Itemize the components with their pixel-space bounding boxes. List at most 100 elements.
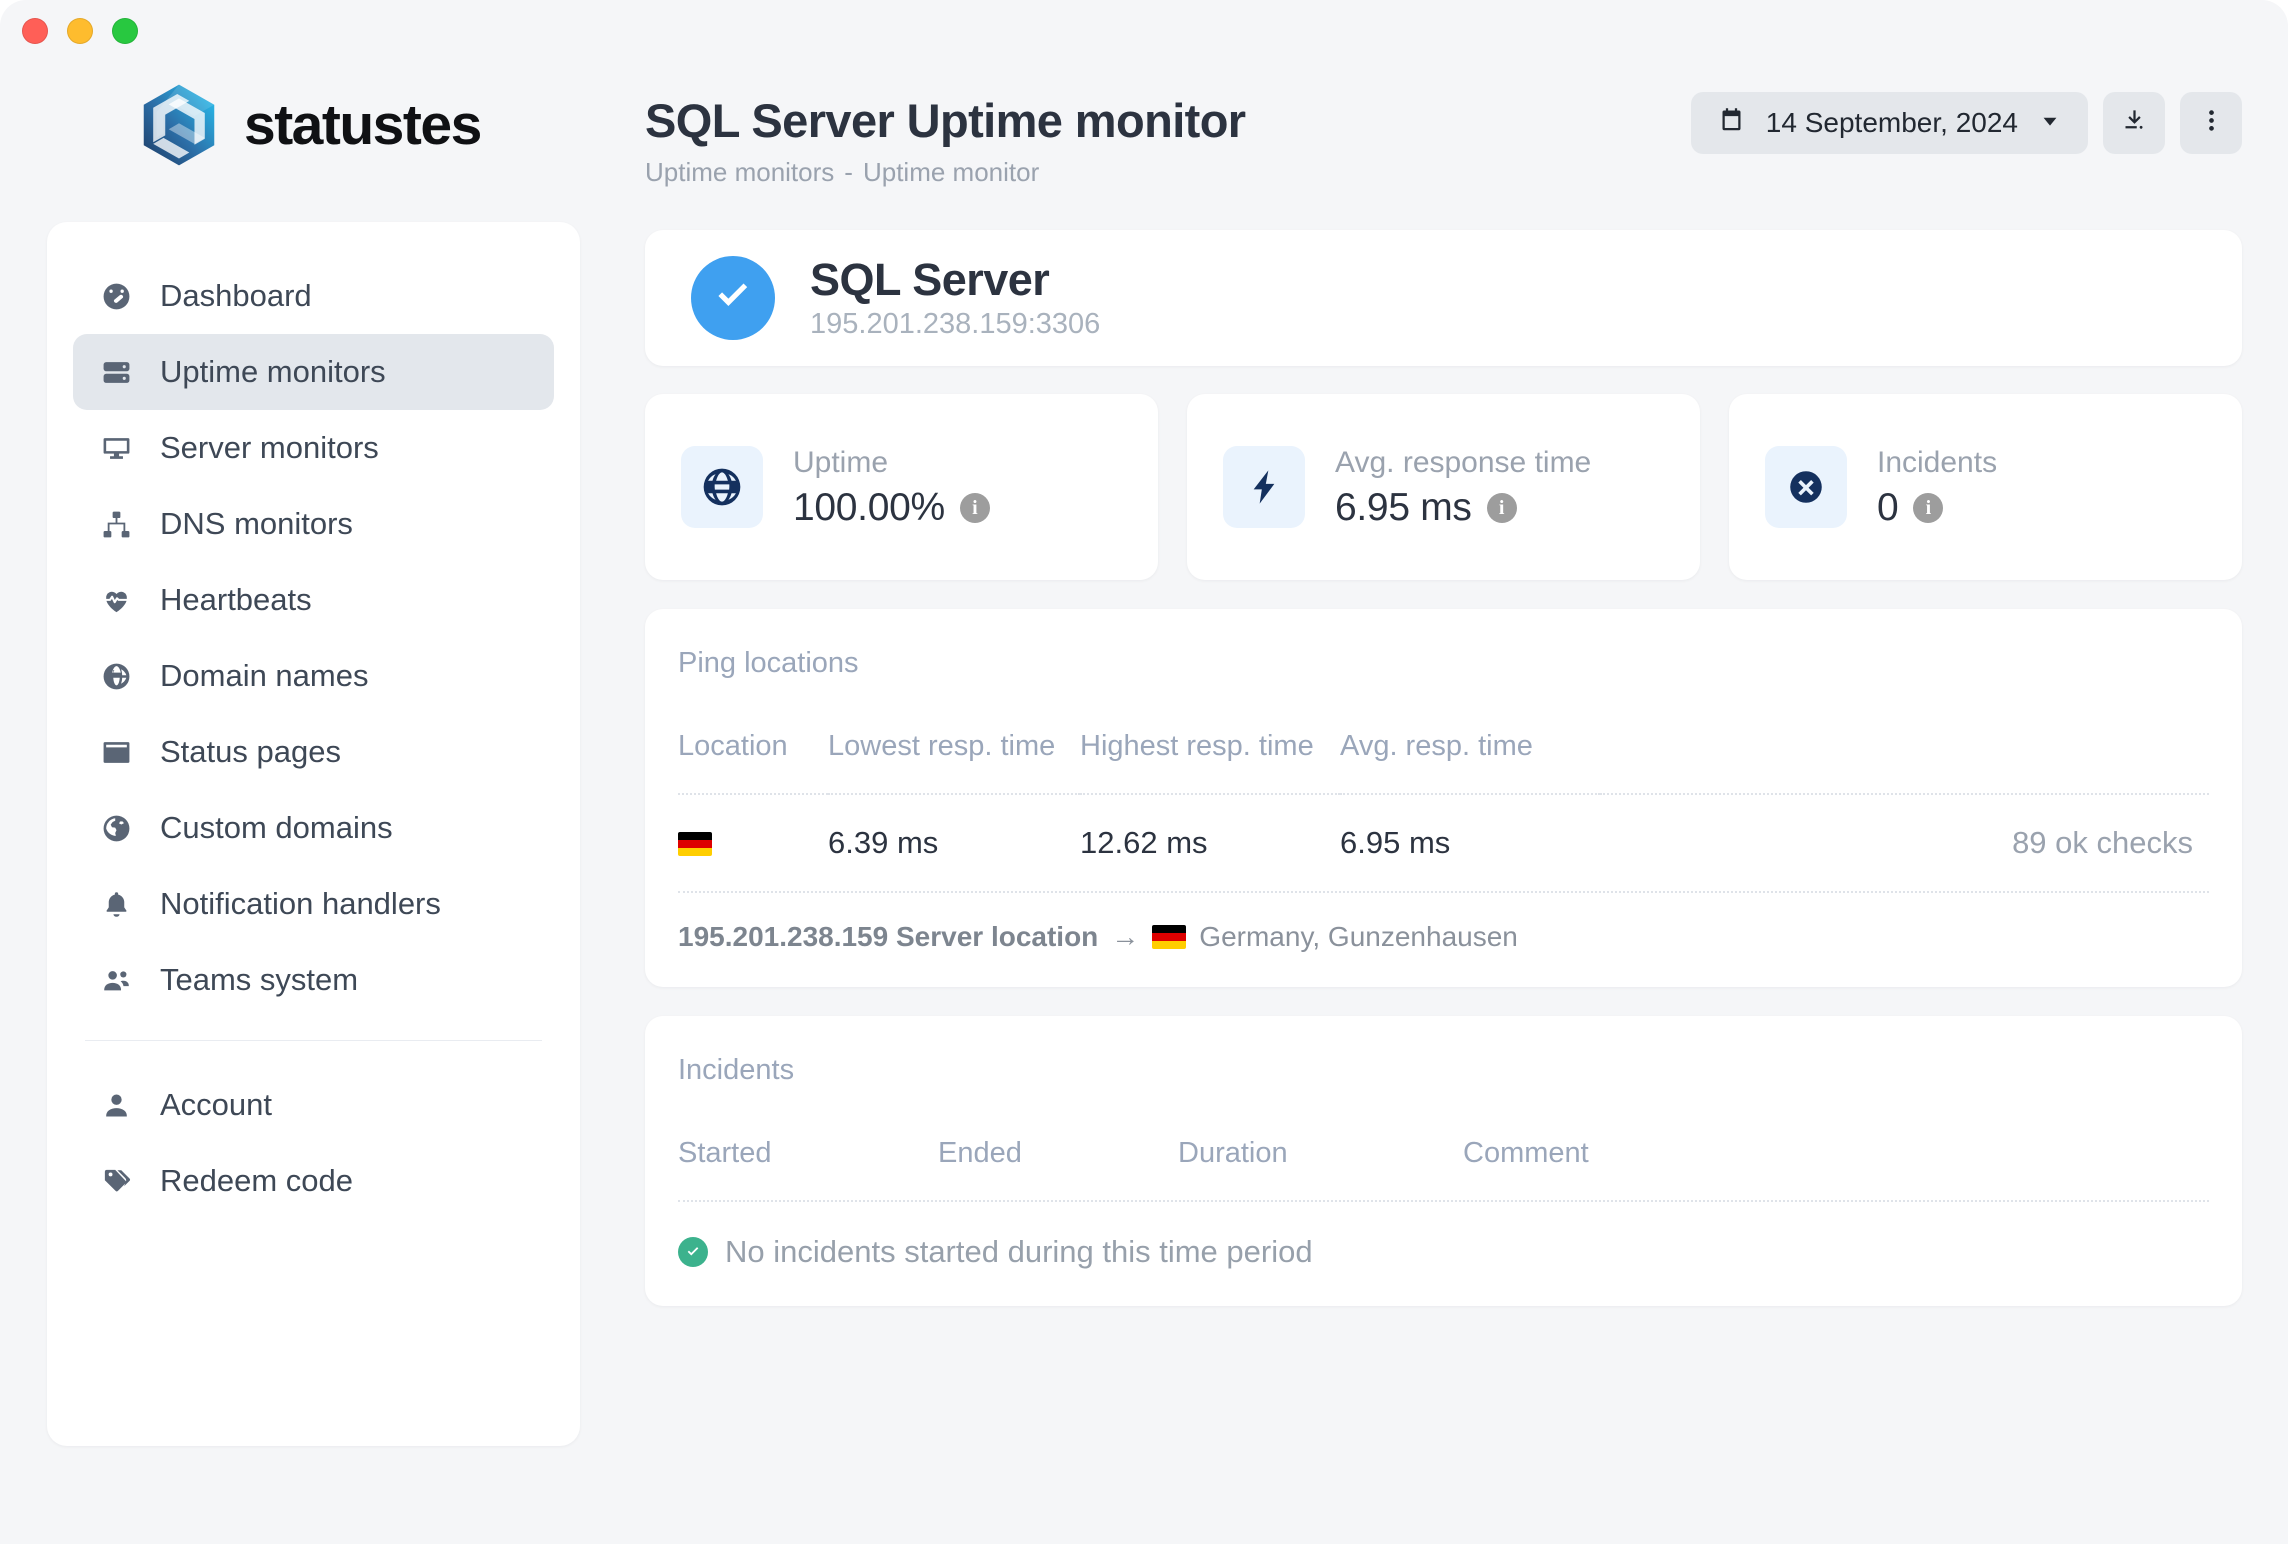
sidebar-item-label: Heartbeats bbox=[160, 582, 312, 617]
cell-highest: 12.62 ms bbox=[1080, 793, 1340, 891]
more-options-button[interactable] bbox=[2180, 92, 2242, 154]
download-button[interactable] bbox=[2103, 92, 2165, 154]
column-header-checks bbox=[1600, 730, 2209, 794]
sidebar-item-custom-domains[interactable]: Custom domains bbox=[73, 790, 554, 866]
sidebar-item-uptime-monitors[interactable]: Uptime monitors bbox=[73, 334, 554, 410]
sidebar-item-teams-system[interactable]: Teams system bbox=[73, 942, 554, 1018]
ping-locations-card: Ping locations Location Lowest resp. tim… bbox=[645, 609, 2242, 987]
column-header-location: Location bbox=[678, 730, 788, 762]
date-range-value: 14 September, 2024 bbox=[1765, 107, 2018, 138]
window-icon bbox=[99, 735, 133, 769]
server-location-label: 195.201.238.159 Server location bbox=[678, 921, 1099, 952]
sidebar-item-label: Dashboard bbox=[160, 278, 312, 313]
server-location-row: 195.201.238.159 Server location → German… bbox=[678, 891, 2209, 987]
incidents-empty-message: No incidents started during this time pe… bbox=[725, 1234, 1313, 1269]
stat-value: 6.95 ms bbox=[1335, 485, 1472, 529]
check-circle-icon bbox=[710, 273, 756, 324]
gauge-icon bbox=[99, 279, 133, 313]
stat-value: 100.00% bbox=[793, 485, 945, 529]
sidebar-item-label: Custom domains bbox=[160, 810, 393, 845]
sidebar-item-label: DNS monitors bbox=[160, 506, 353, 541]
sidebar-item-domain-names[interactable]: Domain names bbox=[73, 638, 554, 714]
sidebar-divider bbox=[85, 1040, 542, 1041]
server-location-place: Germany, Gunzenhausen bbox=[1199, 921, 1518, 952]
main-content: SQL Server Uptime monitor Uptime monitor… bbox=[645, 92, 2242, 1306]
earth-icon bbox=[99, 811, 133, 845]
stat-label: Uptime bbox=[793, 446, 889, 480]
sidebar-item-dashboard[interactable]: Dashboard bbox=[73, 258, 554, 334]
tag-icon bbox=[99, 1164, 133, 1198]
sitemap-icon bbox=[99, 507, 133, 541]
germany-flag-icon bbox=[678, 832, 712, 856]
monitor-status-icon bbox=[691, 256, 775, 340]
check-circle-small-icon bbox=[678, 1237, 708, 1267]
column-header-comment: Comment bbox=[1463, 1137, 1589, 1169]
sidebar-item-label: Teams system bbox=[160, 962, 359, 997]
bell-icon bbox=[99, 887, 133, 921]
stat-value: 0 bbox=[1877, 485, 1899, 529]
brand-logo[interactable]: statustes bbox=[136, 82, 482, 168]
user-icon bbox=[99, 1088, 133, 1122]
sidebar-item-label: Account bbox=[160, 1087, 273, 1122]
monitor-host: 195.201.238.159:3306 bbox=[810, 307, 1101, 340]
brand-name: statustes bbox=[244, 93, 482, 157]
minimize-window-button[interactable] bbox=[67, 18, 93, 44]
sidebar-item-label: Notification handlers bbox=[160, 886, 441, 921]
breadcrumb-separator: - bbox=[844, 157, 853, 188]
breadcrumb-parent[interactable]: Uptime monitors bbox=[645, 157, 834, 187]
x-circle-icon bbox=[1765, 446, 1847, 528]
stat-label: Incidents bbox=[1877, 446, 1998, 480]
chevron-down-icon bbox=[2039, 107, 2061, 139]
page-header: SQL Server Uptime monitor Uptime monitor… bbox=[645, 92, 2242, 204]
info-icon[interactable]: i bbox=[1913, 492, 1944, 523]
sidebar-item-status-pages[interactable]: Status pages bbox=[73, 714, 554, 790]
app-window: statustes Dashboard Uptime monitors Serv… bbox=[0, 0, 2288, 1544]
maximize-window-button[interactable] bbox=[112, 18, 138, 44]
info-icon[interactable]: i bbox=[1486, 492, 1517, 523]
close-window-button[interactable] bbox=[22, 18, 48, 44]
sidebar-item-server-monitors[interactable]: Server monitors bbox=[73, 410, 554, 486]
calendar-icon bbox=[1718, 106, 1745, 140]
download-icon bbox=[2121, 107, 2148, 139]
table-row: 6.39 ms 12.62 ms 6.95 ms 89 ok checks bbox=[678, 793, 2209, 891]
stat-card-avg-response-time: Avg. response time 6.95 ms i bbox=[1187, 394, 1700, 580]
sidebar-item-notification-handlers[interactable]: Notification handlers bbox=[73, 866, 554, 942]
desktop-icon bbox=[99, 431, 133, 465]
globe-icon bbox=[681, 446, 763, 528]
sidebar-item-label: Server monitors bbox=[160, 430, 379, 465]
column-header-lowest: Lowest resp. time bbox=[828, 730, 1056, 762]
sidebar-item-label: Status pages bbox=[160, 734, 341, 769]
globe-grid-icon bbox=[99, 659, 133, 693]
monitor-summary-card: SQL Server 195.201.238.159:3306 bbox=[645, 230, 2242, 366]
stats-row: Uptime 100.00% i Avg. response time 6.95… bbox=[645, 394, 2242, 580]
sidebar-item-dns-monitors[interactable]: DNS monitors bbox=[73, 486, 554, 562]
server-icon bbox=[99, 355, 133, 389]
monitor-identity: SQL Server 195.201.238.159:3306 bbox=[810, 254, 1101, 340]
users-icon bbox=[99, 963, 133, 997]
sidebar-item-heartbeats[interactable]: Heartbeats bbox=[73, 562, 554, 638]
stat-body: Avg. response time 6.95 ms i bbox=[1335, 444, 1591, 530]
column-header-started: Started bbox=[678, 1137, 772, 1169]
cell-avg: 6.95 ms bbox=[1340, 793, 1600, 891]
cell-checks: 89 ok checks bbox=[1600, 793, 2209, 891]
table-header-row: Started Ended Duration Comment bbox=[678, 1137, 2209, 1200]
hexagon-swirl-logo-icon bbox=[143, 84, 215, 166]
column-header-ended: Ended bbox=[938, 1137, 1022, 1169]
cell-location bbox=[678, 793, 828, 891]
sidebar-item-account[interactable]: Account bbox=[73, 1067, 554, 1143]
arrow-right-icon: → bbox=[1111, 921, 1140, 952]
germany-flag-icon bbox=[1152, 925, 1187, 949]
stat-label: Avg. response time bbox=[1335, 446, 1592, 480]
window-traffic-lights bbox=[22, 18, 138, 44]
sidebar-item-redeem-code[interactable]: Redeem code bbox=[73, 1143, 554, 1219]
kebab-menu-icon bbox=[2198, 107, 2225, 139]
header-actions: 14 September, 2024 bbox=[1690, 92, 2242, 154]
stat-body: Incidents 0 i bbox=[1877, 444, 1997, 530]
ping-locations-table: Location Lowest resp. time Highest resp.… bbox=[678, 730, 2209, 891]
breadcrumb: Uptime monitors - Uptime monitor bbox=[645, 157, 2242, 188]
info-icon[interactable]: i bbox=[959, 492, 990, 523]
date-range-picker[interactable]: 14 September, 2024 bbox=[1690, 92, 2088, 154]
stat-body: Uptime 100.00% i bbox=[793, 444, 990, 530]
section-title: Ping locations bbox=[678, 647, 859, 679]
stat-card-uptime: Uptime 100.00% i bbox=[645, 394, 1158, 580]
